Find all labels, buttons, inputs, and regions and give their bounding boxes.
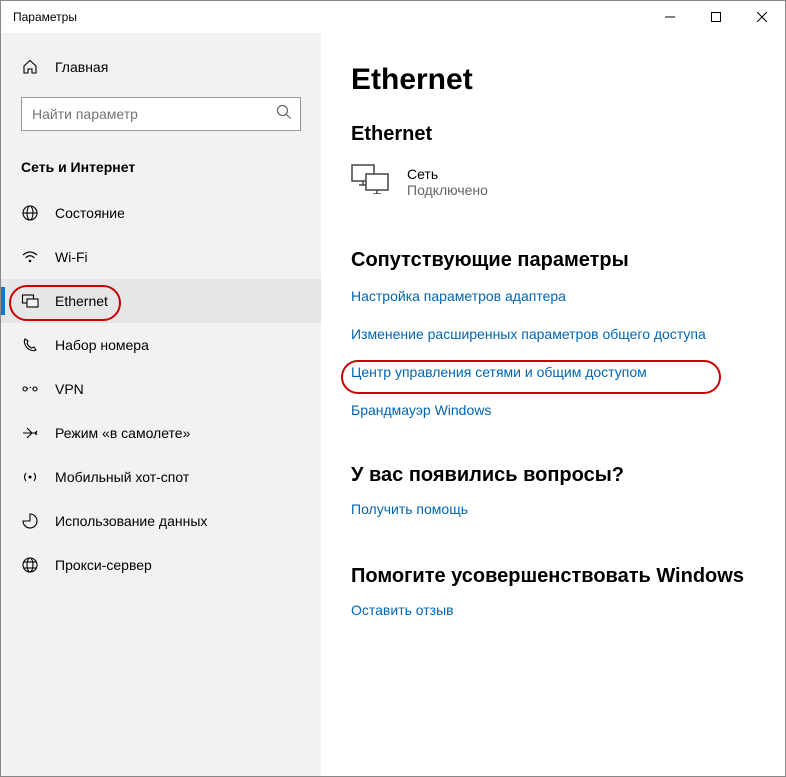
window-controls (647, 1, 785, 33)
sidebar: Главная Сеть и Интернет Состояние (1, 33, 321, 776)
status-icon (21, 204, 39, 222)
sidebar-home[interactable]: Главная (1, 51, 321, 83)
minimize-button[interactable] (647, 1, 693, 33)
window-title: Параметры (13, 10, 77, 24)
sidebar-item-dialup[interactable]: Набор номера (1, 323, 321, 367)
page-subtitle: Ethernet (351, 123, 755, 146)
close-button[interactable] (739, 1, 785, 33)
sidebar-item-datausage[interactable]: Использование данных (1, 499, 321, 543)
search-field[interactable] (32, 106, 276, 122)
sidebar-item-label: Ethernet (55, 293, 108, 309)
improve-heading: Помогите усовершенствовать Windows (351, 565, 755, 588)
search-icon (276, 104, 292, 125)
sidebar-item-wifi[interactable]: Wi-Fi (1, 235, 321, 279)
airplane-icon (21, 424, 39, 442)
link-adapter-settings[interactable]: Настройка параметров адаптера (351, 288, 755, 304)
main-panel: Ethernet Ethernet Сеть Подключено Сопутс… (321, 33, 785, 776)
wifi-icon (21, 248, 39, 266)
link-advanced-sharing[interactable]: Изменение расширенных параметров общего … (351, 326, 755, 342)
network-icon (351, 164, 389, 199)
link-get-help[interactable]: Получить помощь (351, 501, 755, 517)
sidebar-item-vpn[interactable]: VPN (1, 367, 321, 411)
sidebar-item-proxy[interactable]: Прокси-сервер (1, 543, 321, 587)
maximize-button[interactable] (693, 1, 739, 33)
link-network-center[interactable]: Центр управления сетями и общим доступом (351, 364, 755, 380)
sidebar-item-label: Режим «в самолете» (55, 425, 190, 441)
sidebar-item-airplane[interactable]: Режим «в самолете» (1, 411, 321, 455)
home-label: Главная (55, 59, 108, 75)
link-feedback[interactable]: Оставить отзыв (351, 602, 755, 618)
ethernet-icon (21, 292, 39, 310)
sidebar-item-status[interactable]: Состояние (1, 191, 321, 235)
sidebar-item-label: Прокси-сервер (55, 557, 152, 573)
related-heading: Сопутствующие параметры (351, 249, 755, 272)
network-name: Сеть (407, 166, 488, 182)
questions-heading: У вас появились вопросы? (351, 464, 755, 487)
hotspot-icon (21, 468, 39, 486)
home-icon (21, 59, 39, 75)
dialup-icon (21, 336, 39, 354)
datausage-icon (21, 512, 39, 530)
page-title: Ethernet (351, 63, 755, 97)
search-input[interactable] (21, 97, 301, 131)
sidebar-item-label: Wi-Fi (55, 249, 88, 265)
network-state: Подключено (407, 182, 488, 198)
proxy-icon (21, 556, 39, 574)
link-firewall[interactable]: Брандмауэр Windows (351, 402, 755, 418)
sidebar-item-label: Использование данных (55, 513, 207, 529)
sidebar-item-label: Мобильный хот-спот (55, 469, 189, 485)
sidebar-item-label: VPN (55, 381, 84, 397)
sidebar-item-label: Состояние (55, 205, 125, 221)
sidebar-item-hotspot[interactable]: Мобильный хот-спот (1, 455, 321, 499)
network-status-row[interactable]: Сеть Подключено (351, 164, 755, 199)
sidebar-section-title: Сеть и Интернет (1, 151, 321, 191)
vpn-icon (21, 380, 39, 398)
sidebar-item-label: Набор номера (55, 337, 149, 353)
sidebar-item-ethernet[interactable]: Ethernet (1, 279, 321, 323)
